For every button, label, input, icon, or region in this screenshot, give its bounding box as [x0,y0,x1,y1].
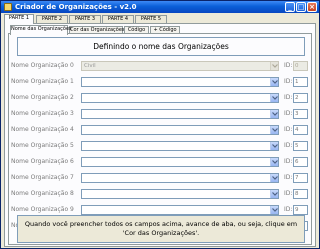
organization-name-combo[interactable] [81,173,279,183]
organization-name-label: Nome Organização 8 [11,190,74,197]
organization-id-field[interactable]: 3 [293,109,308,119]
tab-parte-1[interactable]: PARTE 1 [4,14,34,24]
organization-id-field[interactable]: 8 [293,189,308,199]
organization-row: Nome Organização 8 ID: 8 [9,189,313,200]
chevron-down-icon[interactable] [270,142,278,150]
chevron-down-icon[interactable] [270,174,278,182]
organization-name-label: Nome Organização 1 [11,78,74,85]
tab-nome-organizacoes[interactable]: Nome das Organizações [10,25,72,35]
id-label: ID: [284,94,293,101]
organization-name-label: Nome Organização 0 [11,62,74,69]
organization-id-field[interactable]: 2 [293,93,308,103]
organization-name-combo[interactable] [81,125,279,135]
chevron-down-icon[interactable] [270,206,278,214]
id-label: ID: [284,142,293,149]
organization-row: Nome Organização 4 ID: 4 [9,125,313,136]
organization-name-label: Nome Organização 6 [11,158,74,165]
organization-id-field[interactable]: 5 [293,141,308,151]
main-tab-panel: Nome das Organizações Cor das Organizaçõ… [4,23,316,247]
organization-name-label: Nome Organização 7 [11,174,74,181]
id-label: ID: [284,110,293,117]
minimize-button[interactable]: _ [285,2,295,12]
section-heading: Definindo o nome das Organizações [17,37,305,56]
id-label: ID: [284,190,293,197]
sub-tab-panel: Definindo o nome das Organizações Nome O… [8,33,312,245]
id-label: ID: [284,126,293,133]
app-icon [4,3,12,11]
organization-name-combo[interactable] [81,189,279,199]
chevron-down-icon[interactable] [270,110,278,118]
organization-id-field[interactable]: 7 [293,173,308,183]
app-window: Criador de Organizações - v2.0 _ □ × PAR… [0,0,320,249]
id-label: ID: [284,174,293,181]
chevron-down-icon[interactable] [270,158,278,166]
organization-name-combo[interactable] [81,205,279,215]
organization-id-field[interactable]: 9 [293,205,308,215]
organization-name-combo[interactable] [81,93,279,103]
id-label: ID: [284,78,293,85]
id-label: ID: [284,62,293,69]
tab-parte-5[interactable]: PARTE 5 [135,15,167,23]
organization-name-combo[interactable] [81,109,279,119]
organization-row: Nome Organização 3 ID: 3 [9,109,313,120]
organization-id-field[interactable]: 6 [293,157,308,167]
tab-parte-2[interactable]: PARTE 2 [36,15,68,23]
organization-row: Nome Organização 5 ID: 5 [9,141,313,152]
organization-row: Nome Organização 6 ID: 6 [9,157,313,168]
organization-row: Nome Organização 2 ID: 2 [9,93,313,104]
chevron-down-icon[interactable] [270,94,278,102]
id-label: ID: [284,158,293,165]
organization-row: Nome Organização 1 ID: 1 [9,77,313,88]
instruction-note: Quando você preencher todos os campos ac… [17,215,305,243]
organization-name-combo[interactable] [81,77,279,87]
organization-name-label: Nome Organização 3 [11,110,74,117]
title-bar[interactable]: Criador de Organizações - v2.0 _ □ × [1,1,319,13]
organization-row: Nome Organização 7 ID: 7 [9,173,313,184]
organization-id-field[interactable]: 1 [293,77,308,87]
organization-name-combo[interactable] [81,141,279,151]
organization-id-field[interactable]: 4 [293,125,308,135]
maximize-button[interactable]: □ [296,2,306,12]
tab-parte-4[interactable]: PARTE 4 [102,15,134,23]
chevron-down-icon[interactable] [270,126,278,134]
chevron-down-icon [270,62,278,70]
id-label: ID: [284,206,293,213]
chevron-down-icon[interactable] [270,78,278,86]
organization-name-value: Civil [84,63,96,69]
organization-id-field: 0 [293,61,308,71]
organization-name-combo: Civil [81,61,279,71]
chevron-down-icon[interactable] [270,190,278,198]
organization-name-label: Nome Organização 9 [11,206,74,213]
organization-name-combo[interactable] [81,157,279,167]
tab-parte-3[interactable]: PARTE 3 [69,15,101,23]
organization-name-label: Nome Organização 2 [11,94,74,101]
organization-row: Nome Organização 0 Civil ID: 0 [9,61,313,72]
organization-name-label: Nome Organização 4 [11,126,74,133]
window-title: Criador de Organizações - v2.0 [15,3,137,11]
organization-name-label: Nome Organização 5 [11,142,74,149]
close-button[interactable]: × [307,2,317,12]
